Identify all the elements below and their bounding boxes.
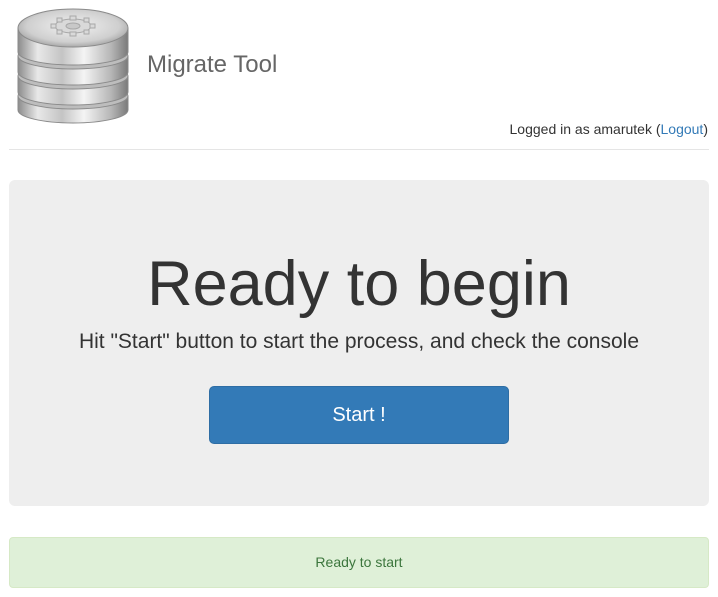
login-suffix: )	[703, 121, 708, 137]
logout-link[interactable]: Logout	[661, 121, 704, 137]
status-message: Ready to start	[315, 554, 403, 570]
app-title: Migrate Tool	[147, 51, 278, 78]
status-alert: Ready to start	[9, 537, 709, 588]
database-stack-icon	[17, 8, 129, 124]
header-divider	[9, 149, 709, 150]
login-prefix: Logged in as amarutek (	[509, 121, 661, 137]
login-status: Logged in as amarutek (Logout)	[510, 120, 708, 138]
instructions-text: Hit "Start" button to start the process,…	[78, 330, 640, 353]
page-title: Ready to begin	[147, 249, 571, 319]
ready-panel: Ready to begin Hit "Start" button to sta…	[9, 180, 709, 506]
page-header: Migrate Tool Logged in as amarutek (Logo…	[0, 0, 718, 150]
start-button[interactable]: Start !	[209, 386, 509, 444]
